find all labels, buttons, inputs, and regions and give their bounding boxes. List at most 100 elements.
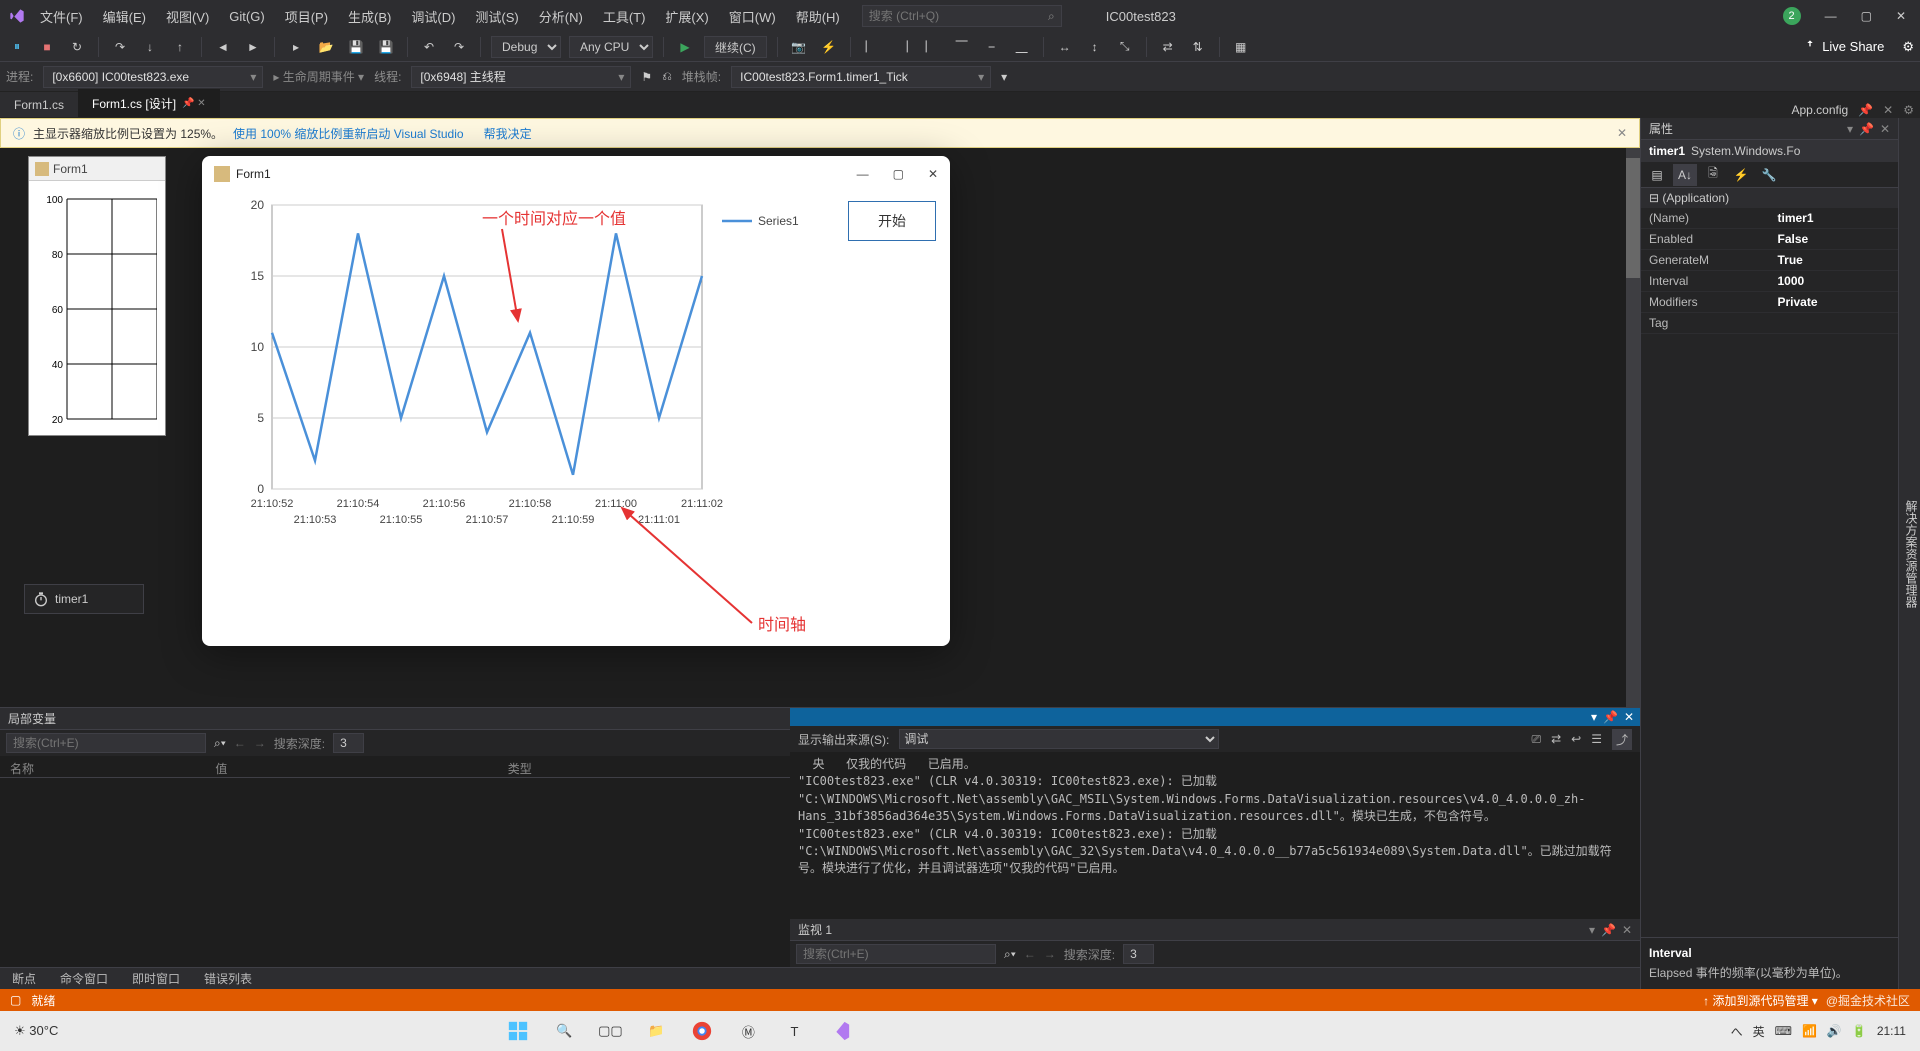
close-icon[interactable]: 📌 ✕ <box>182 98 206 109</box>
search-icon[interactable]: ⌕▾ <box>1004 947 1016 962</box>
step-over-icon[interactable]: ↷ <box>109 36 131 58</box>
task-view-icon[interactable]: ▢▢ <box>596 1017 624 1045</box>
ime-icon[interactable]: ⌨ <box>1775 1024 1792 1038</box>
nav-fwd-icon[interactable]: → <box>254 736 266 750</box>
ime-lang[interactable]: 英 <box>1753 1023 1765 1040</box>
live-share-button[interactable]: Live Share ⚙ <box>1802 39 1914 55</box>
menu-item[interactable]: 文件(F) <box>32 3 91 30</box>
pin-icon[interactable]: 📌 <box>1858 103 1873 117</box>
start-button[interactable]: 开始 <box>848 201 936 241</box>
threads-icon[interactable]: ⎌ <box>662 69 672 84</box>
align-right-icon[interactable]: ⎸ <box>921 36 943 58</box>
notifications-badge[interactable]: 2 <box>1783 7 1801 25</box>
tab-command-window[interactable]: 命令窗口 <box>48 968 120 989</box>
notification-link-help[interactable]: 帮我决定 <box>484 125 532 142</box>
volume-icon[interactable]: 🔊 <box>1827 1024 1842 1038</box>
debug-pause-icon[interactable]: ⏸ <box>6 36 28 58</box>
events-icon[interactable]: ⚡ <box>1729 164 1753 186</box>
menu-item[interactable]: 帮助(H) <box>788 3 848 30</box>
tab-error-list[interactable]: 错误列表 <box>192 968 264 989</box>
source-control-status[interactable]: ↑ 添加到源代码管理 ▾ <box>1703 992 1818 1009</box>
process-dropdown[interactable]: [0x6600] IC00test823.exe <box>43 66 263 88</box>
search-input[interactable] <box>863 9 1042 23</box>
nav-back-icon[interactable]: ◄ <box>212 36 234 58</box>
menu-item[interactable]: 扩展(X) <box>657 3 716 30</box>
dropdown-icon[interactable]: ▾ <box>1589 923 1595 937</box>
goto-icon[interactable]: ⤴ <box>1612 729 1632 750</box>
hot-reload-icon[interactable]: ⚡ <box>818 36 840 58</box>
flag-icon[interactable]: ⚑ <box>641 70 652 84</box>
alphabetical-icon[interactable]: A↓ <box>1673 164 1697 186</box>
platform-dropdown[interactable]: Any CPU <box>569 36 653 58</box>
component-tray-timer1[interactable]: timer1 <box>24 584 144 614</box>
notification-link-restart[interactable]: 使用 100% 缩放比例重新启动 Visual Studio <box>233 125 464 142</box>
menu-item[interactable]: 窗口(W) <box>721 3 784 30</box>
locals-search-input[interactable] <box>6 733 206 753</box>
wifi-icon[interactable]: 📶 <box>1802 1024 1817 1038</box>
property-row[interactable]: ModifiersPrivate <box>1641 292 1898 313</box>
close-icon[interactable]: ✕ <box>1617 126 1627 140</box>
tab-appconfig[interactable]: App.config <box>1792 103 1849 117</box>
continue-icon[interactable]: ▶ <box>674 36 696 58</box>
config-dropdown[interactable]: Debug <box>491 36 561 58</box>
grid-icon[interactable]: ▦ <box>1230 36 1252 58</box>
list-icon[interactable]: ☰ <box>1591 732 1602 746</box>
property-pages-icon[interactable]: 🔧 <box>1757 164 1781 186</box>
tab-immediate-window[interactable]: 即时窗口 <box>120 968 192 989</box>
tray-chevron-icon[interactable]: へ <box>1731 1023 1743 1040</box>
pin-icon[interactable]: 📌 <box>1859 122 1874 136</box>
vertical-scrollbar[interactable] <box>1626 148 1640 707</box>
clear-icon[interactable]: ⎚ <box>1531 732 1541 747</box>
runtime-form-titlebar[interactable]: Form1 — ▢ ✕ <box>202 156 950 191</box>
nav-fwd-icon[interactable]: ► <box>242 36 264 58</box>
output-text[interactable]: 央 仅我的代码 已启用。 "IC00test823.exe" (CLR v4.0… <box>790 752 1640 919</box>
menu-item[interactable]: 测试(S) <box>467 3 526 30</box>
close-icon[interactable]: ✕ <box>1883 103 1893 117</box>
save-icon[interactable]: 💾 <box>345 36 367 58</box>
menu-item[interactable]: 工具(T) <box>595 3 654 30</box>
property-row[interactable]: (Name)timer1 <box>1641 208 1898 229</box>
close-icon[interactable]: ✕ <box>928 167 938 181</box>
vs-taskbar-icon[interactable] <box>826 1017 854 1045</box>
nav-back-icon[interactable]: ← <box>1024 947 1036 961</box>
new-file-icon[interactable]: ▸ <box>285 36 307 58</box>
solution-explorer-tab[interactable]: 解决方案资源管理器 <box>1898 118 1920 989</box>
property-row[interactable]: GenerateMTrue <box>1641 250 1898 271</box>
align-left-icon[interactable]: ⎸ <box>861 36 883 58</box>
property-row[interactable]: Interval1000 <box>1641 271 1898 292</box>
tab-form1-cs[interactable]: Form1.cs <box>0 92 78 117</box>
align-top-icon[interactable]: ⎺ <box>951 36 973 58</box>
minimize-icon[interactable]: — <box>857 167 869 181</box>
menu-item[interactable]: 调试(D) <box>403 3 463 30</box>
save-all-icon[interactable]: 💾 <box>375 36 397 58</box>
nav-back-icon[interactable]: ← <box>234 736 246 750</box>
tab-form1-design[interactable]: Form1.cs [设计]📌 ✕ <box>78 89 220 117</box>
categorized-icon[interactable]: ▤ <box>1645 164 1669 186</box>
thread-dropdown[interactable]: [0x6948] 主线程 <box>411 66 631 88</box>
battery-icon[interactable]: 🔋 <box>1852 1024 1867 1038</box>
explorer-icon[interactable]: 📁 <box>642 1017 670 1045</box>
debug-restart-icon[interactable]: ↻ <box>66 36 88 58</box>
hspace-icon[interactable]: ⇄ <box>1157 36 1179 58</box>
align-bottom-icon[interactable]: ⎽ <box>1011 36 1033 58</box>
vspace-icon[interactable]: ⇅ <box>1187 36 1209 58</box>
size-both-icon[interactable]: ⤡ <box>1114 36 1136 58</box>
close-icon[interactable]: ✕ <box>1622 923 1632 937</box>
maximize-icon[interactable]: ▢ <box>1861 9 1872 23</box>
menu-item[interactable]: 生成(B) <box>340 3 399 30</box>
open-icon[interactable]: 📂 <box>315 36 337 58</box>
step-out-icon[interactable]: ↑ <box>169 36 191 58</box>
clock[interactable]: 21:11 <box>1877 1024 1906 1038</box>
wrap-icon[interactable]: ↩ <box>1571 732 1581 746</box>
depth-dropdown[interactable]: 3 <box>333 733 364 753</box>
output-titlebar[interactable]: ▾ 📌 ✕ <box>790 708 1640 726</box>
global-search[interactable]: ⌕ <box>862 5 1062 27</box>
watch-search-input[interactable] <box>796 944 996 964</box>
typora-icon[interactable]: T <box>780 1017 808 1045</box>
lifecycle-label[interactable]: ▸ 生命周期事件 ▾ <box>273 68 364 85</box>
align-center-icon[interactable]: ⎹ <box>891 36 913 58</box>
minimize-icon[interactable]: — <box>1825 9 1837 23</box>
menu-item[interactable]: 项目(P) <box>277 3 336 30</box>
gear-icon[interactable]: ⚙ <box>1903 103 1914 117</box>
output-source-dropdown[interactable]: 调试 <box>899 729 1219 749</box>
